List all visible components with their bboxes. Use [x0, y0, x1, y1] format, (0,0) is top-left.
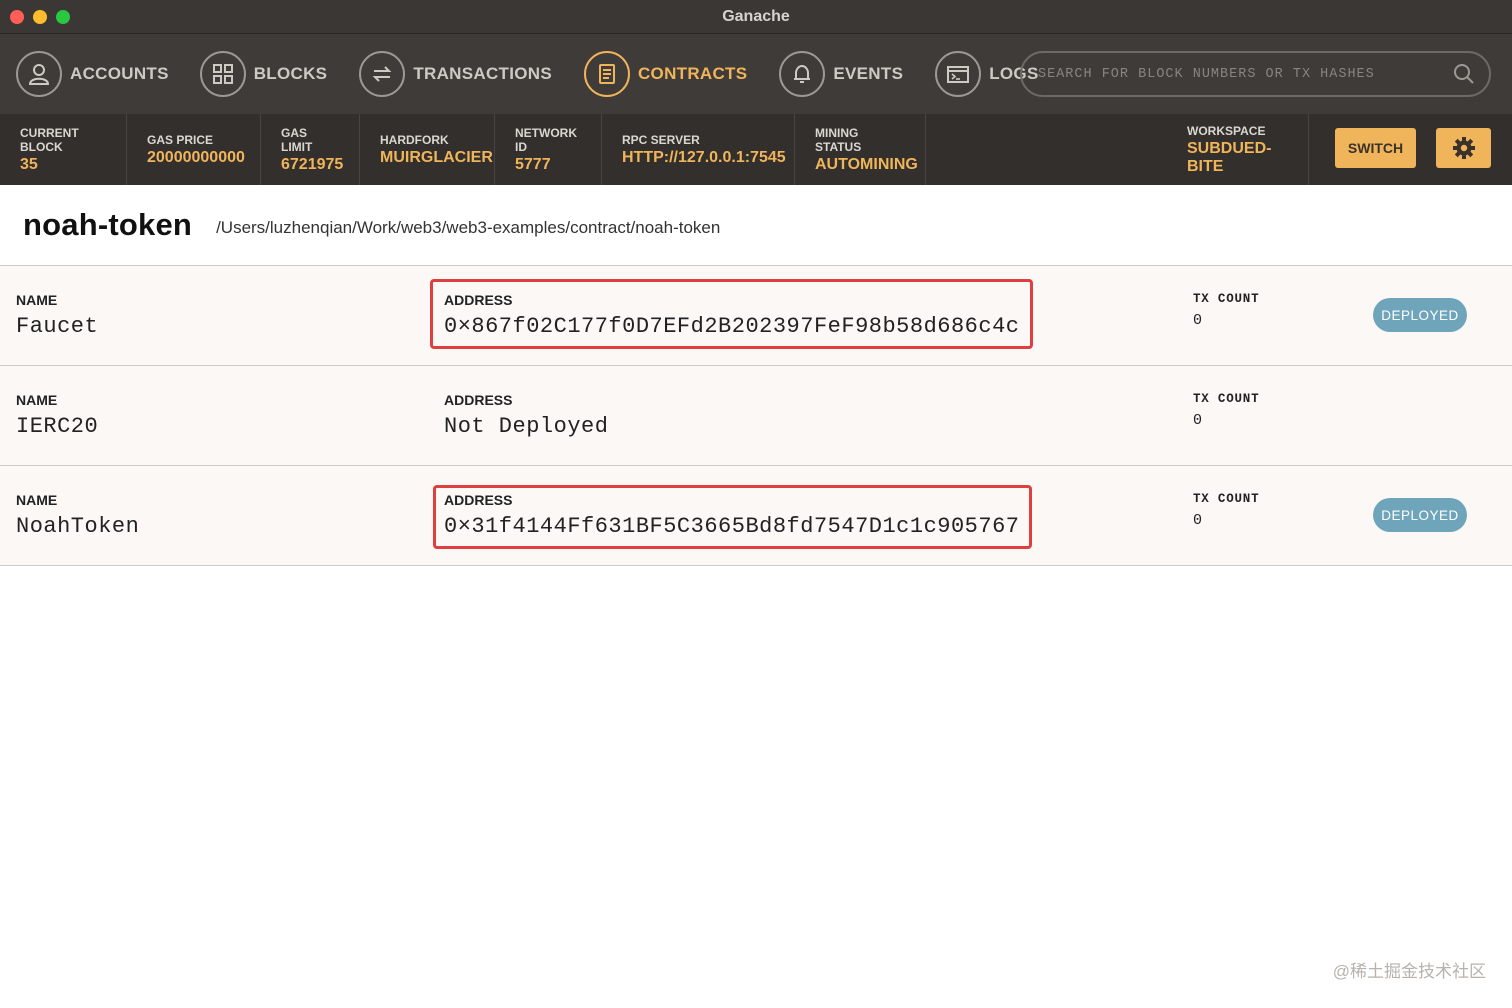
address-label: ADDRESS	[444, 292, 513, 308]
document-icon	[583, 51, 630, 97]
rpc-server-value: HTTP://127.0.0.1:7545	[622, 148, 786, 166]
project-path: /Users/luzhenqian/Work/web3/web3-example…	[216, 218, 721, 237]
gas-price-stat: GAS PRICE 20000000000	[127, 114, 261, 185]
current-block-stat: CURRENT BLOCK 35	[0, 114, 127, 185]
window-controls	[10, 10, 70, 24]
network-id-label: NETWORK ID	[515, 125, 577, 154]
maximize-window-button[interactable]	[56, 10, 70, 24]
contract-row[interactable]: NAME IERC20 ADDRESS Not Deployed TX COUN…	[0, 366, 1512, 466]
gas-limit-label: GAS LIMIT	[281, 125, 313, 154]
network-id-stat: NETWORK ID 5777	[495, 114, 602, 185]
search-box[interactable]	[1020, 51, 1491, 97]
mining-status-stat: MINING STATUS AUTOMINING	[795, 114, 926, 185]
nav-transactions-label: TRANSACTIONS	[413, 64, 552, 83]
nav-blocks[interactable]: BLOCKS	[199, 34, 328, 114]
contract-address: 0×31f4144Ff631BF5C3665Bd8fd7547D1c1c9057…	[444, 514, 1020, 539]
close-window-button[interactable]	[10, 10, 24, 24]
search-input[interactable]	[1038, 66, 1453, 82]
name-label: NAME	[16, 492, 58, 508]
window-title: Ganache	[722, 7, 790, 25]
user-icon	[16, 51, 62, 97]
rpc-server-label: RPC SERVER	[622, 132, 700, 147]
name-label: NAME	[16, 292, 58, 308]
current-block-label: CURRENT BLOCK	[20, 125, 79, 154]
name-label: NAME	[16, 392, 58, 408]
address-label: ADDRESS	[444, 492, 513, 508]
gas-price-value: 20000000000	[147, 148, 245, 166]
contract-name: IERC20	[16, 414, 99, 439]
blocks-icon	[199, 51, 246, 97]
contract-name: NoahToken	[16, 514, 140, 539]
minimize-window-button[interactable]	[33, 10, 47, 24]
bell-icon	[779, 51, 826, 97]
tx-count-label: TX COUNT	[1193, 292, 1260, 306]
nav-contracts[interactable]: CONTRACTS	[583, 34, 748, 114]
tx-count-label: TX COUNT	[1193, 392, 1260, 406]
watermark: @稀土掘金技术社区	[1332, 962, 1486, 981]
current-block-value: 35	[20, 155, 38, 173]
mining-status-value: AUTOMINING	[815, 155, 918, 173]
project-title: noah-token	[23, 207, 193, 242]
nav-blocks-label: BLOCKS	[253, 64, 328, 83]
nav-accounts[interactable]: ACCOUNTS	[16, 34, 169, 114]
top-nav: ACCOUNTS BLOCKS TRANSACTIONS CONTRACTS E…	[0, 34, 1512, 114]
transfer-icon	[359, 51, 406, 97]
hardfork-stat: HARDFORK MUIRGLACIER	[360, 114, 495, 185]
address-label: ADDRESS	[444, 392, 513, 408]
deployed-badge: DEPLOYED	[1373, 298, 1467, 332]
workspace-label: WORKSPACE	[1187, 123, 1266, 138]
search-icon[interactable]	[1453, 63, 1475, 85]
gas-limit-value: 6721975	[281, 155, 344, 173]
contract-row[interactable]: NAME Faucet ADDRESS 0×867f02C177f0D7EFd2…	[0, 266, 1512, 366]
nav-transactions[interactable]: TRANSACTIONS	[359, 34, 552, 114]
mining-status-label: MINING STATUS	[815, 125, 862, 154]
contract-address: Not Deployed	[444, 414, 609, 439]
tx-count-label: TX COUNT	[1193, 492, 1260, 506]
hardfork-label: HARDFORK	[380, 132, 449, 147]
settings-button[interactable]	[1436, 128, 1491, 168]
deployed-badge: DEPLOYED	[1373, 498, 1467, 532]
nav-accounts-label: ACCOUNTS	[70, 64, 169, 83]
title-bar: Ganache	[0, 0, 1512, 34]
gas-price-label: GAS PRICE	[147, 132, 214, 147]
contract-name: Faucet	[16, 314, 99, 339]
nav-events-label: EVENTS	[833, 64, 904, 83]
network-id-value: 5777	[515, 155, 551, 173]
workspace-stat: WORKSPACE SUBDUED-BITE	[1167, 114, 1309, 185]
project-header: noah-token /Users/luzhenqian/Work/web3/w…	[0, 185, 1512, 266]
hardfork-value: MUIRGLACIER	[380, 148, 493, 166]
status-bar: CURRENT BLOCK 35 GAS PRICE 20000000000 G…	[0, 114, 1512, 185]
gear-icon	[1452, 137, 1475, 159]
contract-row[interactable]: NAME NoahToken ADDRESS 0×31f4144Ff631BF5…	[0, 466, 1512, 566]
gas-limit-stat: GAS LIMIT 6721975	[261, 114, 360, 185]
contract-address: 0×867f02C177f0D7EFd2B202397FeF98b58d686c…	[444, 314, 1020, 339]
tx-count-value: 0	[1193, 412, 1203, 429]
nav-events[interactable]: EVENTS	[779, 34, 903, 114]
switch-workspace-button[interactable]: SWITCH	[1335, 128, 1416, 168]
workspace-value: SUBDUED-BITE	[1187, 139, 1272, 175]
tx-count-value: 0	[1193, 512, 1203, 529]
tx-count-value: 0	[1193, 312, 1203, 329]
rpc-server-stat: RPC SERVER HTTP://127.0.0.1:7545	[602, 114, 795, 185]
terminal-icon	[935, 51, 982, 97]
nav-contracts-label: CONTRACTS	[637, 64, 748, 83]
